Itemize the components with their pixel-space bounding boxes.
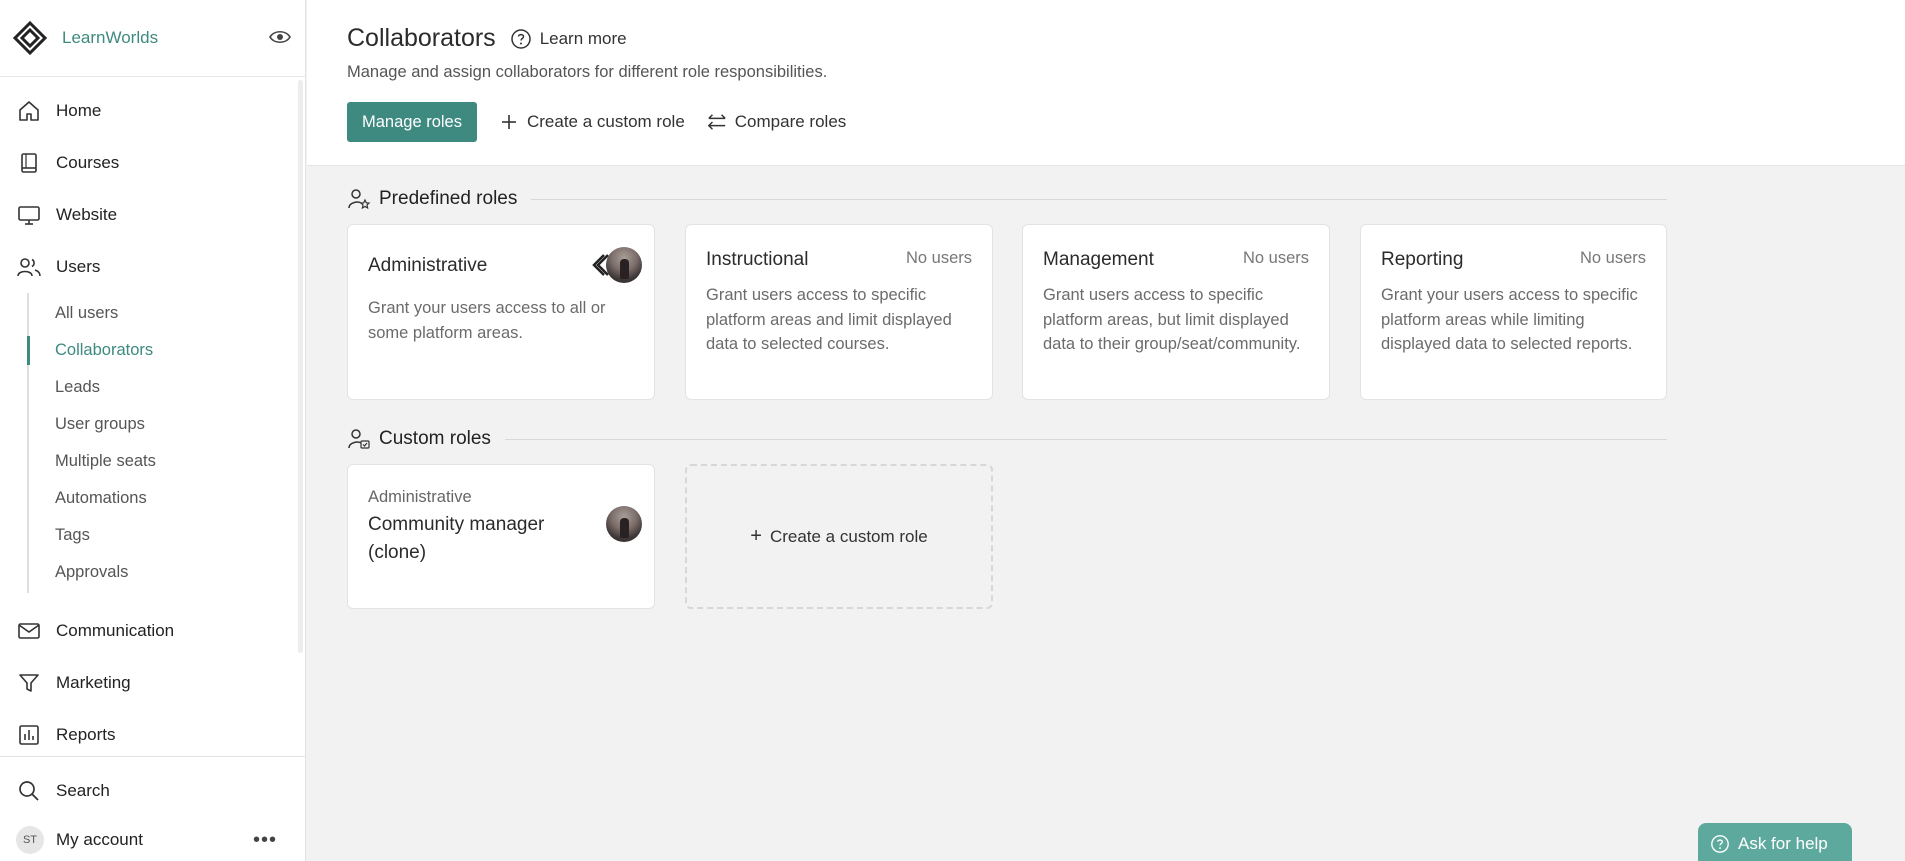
create-custom-role-card-label: Create a custom role <box>769 526 928 546</box>
users-subnav: All users Collaborators Leads User group… <box>27 293 300 593</box>
sidebar-item-label: Home <box>56 101 102 120</box>
page-header: Collaborators Learn more Manage and assi… <box>307 0 1905 166</box>
learnworlds-logo-icon[interactable] <box>12 20 48 56</box>
predefined-roles-heading: Predefined roles <box>347 187 1667 211</box>
sidebar-nav: Home Courses Website Users All users Col… <box>0 85 300 761</box>
sidebar-item-label: Reports <box>56 725 116 744</box>
chart-icon <box>16 722 42 748</box>
brand: LearnWorlds <box>0 0 305 77</box>
divider <box>504 438 1667 440</box>
role-card-user-count: No users <box>905 249 972 267</box>
page-title: Collaborators <box>347 24 496 52</box>
role-card-title: Instructional <box>706 249 809 270</box>
create-custom-role-button[interactable]: Create a custom role <box>499 112 685 132</box>
divider <box>531 198 1667 200</box>
learn-more-link[interactable]: Learn more <box>510 28 627 50</box>
sidebar-bottom: Search ST My account ••• <box>0 756 305 861</box>
sidebar-subitem-approvals[interactable]: Approvals <box>29 554 300 591</box>
sidebar-item-my-account[interactable]: ST My account ••• <box>0 817 305 861</box>
sidebar-item-courses[interactable]: Courses <box>0 137 300 189</box>
sidebar-item-search[interactable]: Search <box>0 765 305 817</box>
sidebar-item-marketing[interactable]: Marketing <box>0 657 300 709</box>
sidebar-subitem-collaborators[interactable]: Collaborators <box>27 332 300 369</box>
role-card-description: Grant your users access to all or some p… <box>368 299 606 342</box>
ask-for-help-label: Ask for help <box>1738 834 1828 853</box>
custom-role-card[interactable]: Administrative Community manager (clone) <box>347 464 655 609</box>
role-card-description: Grant users access to specific platform … <box>706 286 952 353</box>
avatar[interactable] <box>606 506 642 542</box>
role-card-description: Grant users access to specific platform … <box>1043 286 1301 353</box>
sidebar-item-label: Website <box>56 205 118 224</box>
sidebar-item-label: Communication <box>56 621 175 640</box>
compare-roles-label: Compare roles <box>734 112 847 131</box>
custom-role-type: Administrative <box>368 488 472 506</box>
book-icon <box>16 150 42 176</box>
sidebar-subitem-all-users[interactable]: All users <box>29 295 300 332</box>
sidebar-item-home[interactable]: Home <box>0 85 300 137</box>
user-star-icon <box>347 187 371 211</box>
sidebar: LearnWorlds Home Courses Website Users A… <box>0 0 306 861</box>
compare-arrows-icon <box>707 112 727 132</box>
plus-icon: + <box>750 525 762 547</box>
home-icon <box>16 98 42 124</box>
sidebar-item-label: My account <box>56 830 143 849</box>
role-card-description: Grant your users access to specific plat… <box>1381 286 1638 353</box>
sidebar-subitem-tags[interactable]: Tags <box>29 517 300 554</box>
user-check-icon <box>347 427 371 451</box>
role-card-instructional[interactable]: Instructional No users Grant users acces… <box>685 224 993 400</box>
section-title: Custom roles <box>379 428 491 449</box>
role-card-user-count: No users <box>1242 249 1309 267</box>
sidebar-subitem-user-groups[interactable]: User groups <box>29 406 300 443</box>
plus-icon <box>499 112 519 132</box>
header-actions: Manage roles Create a custom role Compar… <box>347 102 846 142</box>
help-circle-icon <box>510 28 532 50</box>
section-title: Predefined roles <box>379 188 518 209</box>
sidebar-item-reports[interactable]: Reports <box>0 709 300 761</box>
learn-more-label: Learn more <box>539 28 627 48</box>
page-subtitle: Manage and assign collaborators for diff… <box>347 63 828 81</box>
search-icon <box>16 778 42 804</box>
sidebar-subitem-automations[interactable]: Automations <box>29 480 300 517</box>
ask-for-help-button[interactable]: Ask for help <box>1698 823 1852 861</box>
title-row: Collaborators Learn more <box>347 24 627 53</box>
custom-roles-heading: Custom roles <box>347 427 1667 451</box>
role-card-title: Administrative <box>368 255 488 276</box>
role-card-title: Reporting <box>1381 249 1464 270</box>
sidebar-item-website[interactable]: Website <box>0 189 300 241</box>
role-card-administrative[interactable]: Administrative Grant your users access t… <box>347 224 655 400</box>
brand-name[interactable]: LearnWorlds <box>62 28 158 48</box>
more-options-icon[interactable]: ••• <box>253 829 277 852</box>
manage-roles-button[interactable]: Manage roles <box>347 102 477 142</box>
sidebar-item-label: Marketing <box>56 673 131 692</box>
sidebar-item-label: Users <box>56 257 101 276</box>
sidebar-subitem-multiple-seats[interactable]: Multiple seats <box>29 443 300 480</box>
help-circle-icon <box>1710 834 1730 854</box>
users-icon <box>16 254 42 280</box>
sidebar-item-communication[interactable]: Communication <box>0 605 300 657</box>
eye-icon[interactable] <box>268 25 292 49</box>
monitor-icon <box>16 202 42 228</box>
role-card-title: Management <box>1043 249 1154 270</box>
create-custom-role-label: Create a custom role <box>526 112 685 131</box>
role-card-reporting[interactable]: Reporting No users Grant your users acce… <box>1360 224 1667 400</box>
avatar[interactable] <box>606 247 642 283</box>
create-custom-role-card[interactable]: + Create a custom role <box>685 464 993 609</box>
mail-icon <box>16 618 42 644</box>
sidebar-item-users[interactable]: Users <box>0 241 300 293</box>
funnel-icon <box>16 670 42 696</box>
sidebar-subitem-leads[interactable]: Leads <box>29 369 300 406</box>
role-card-management[interactable]: Management No users Grant users access t… <box>1022 224 1330 400</box>
role-card-user-count: No users <box>1579 249 1646 267</box>
avatar: ST <box>16 826 44 854</box>
sidebar-item-label: Search <box>56 781 110 800</box>
custom-role-title: Community manager (clone) <box>368 514 545 563</box>
sidebar-item-label: Courses <box>56 153 120 172</box>
compare-roles-button[interactable]: Compare roles <box>707 112 847 132</box>
